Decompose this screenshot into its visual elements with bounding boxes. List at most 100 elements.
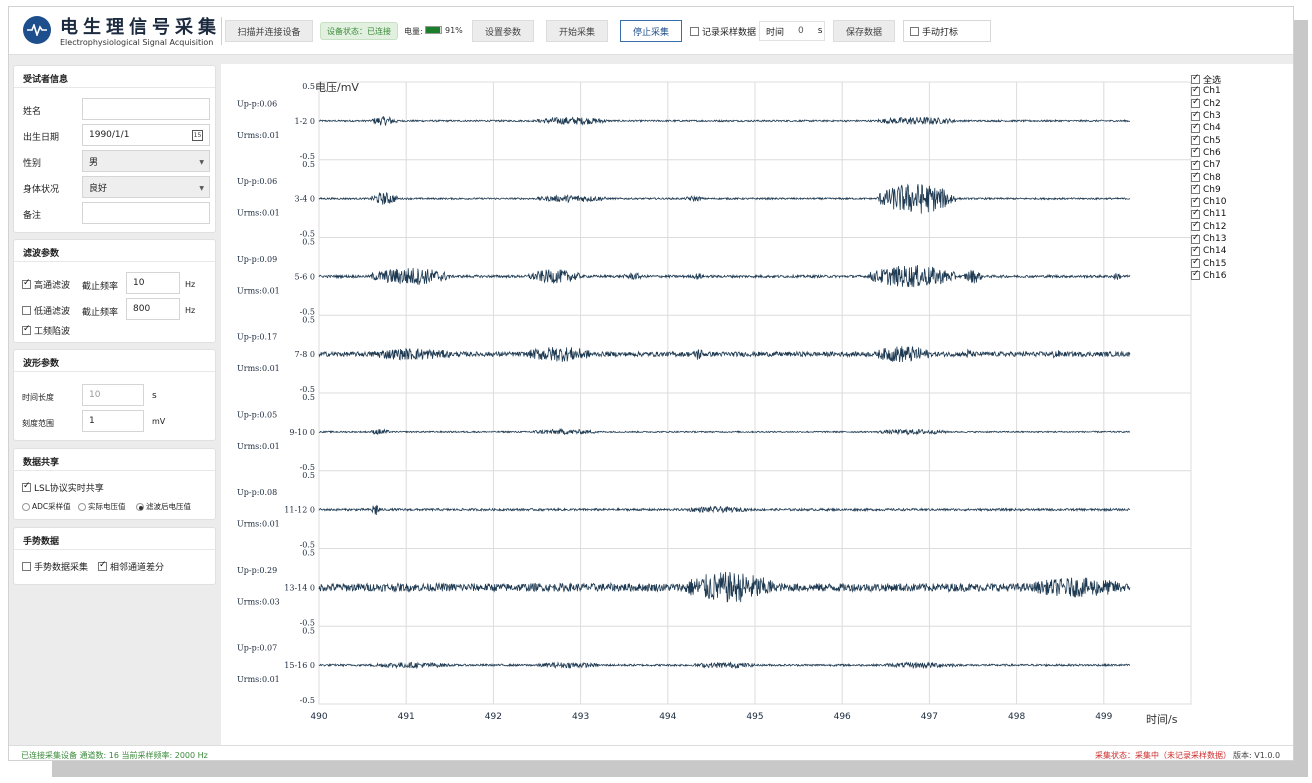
calendar-icon[interactable]: 15	[192, 130, 203, 141]
legend-item-ch12[interactable]: Ch12	[1191, 220, 1226, 233]
lsl-box[interactable]	[22, 481, 31, 492]
legend-label: Ch3	[1203, 111, 1221, 122]
start-button[interactable]: 开始采集	[546, 20, 608, 42]
legend-checkbox[interactable]	[1191, 171, 1200, 183]
time-unit: s	[817, 26, 823, 36]
record-checkbox[interactable]: 记录采样数据	[690, 25, 756, 38]
waveform-chart[interactable]: 490 491 492 493 494 495 496 497 498 499 电压/mV 时间/s 0…	[221, 64, 1294, 745]
legend-label: Ch14	[1203, 246, 1227, 257]
time-length-input[interactable]: 10	[82, 384, 144, 406]
legend-checkbox[interactable]	[1191, 146, 1200, 158]
legend-checkbox[interactable]	[1191, 97, 1200, 109]
radio-adc-circle[interactable]	[22, 502, 30, 511]
lowpass-checkbox[interactable]: 低通滤波	[22, 304, 70, 317]
legend-item-ch7[interactable]: Ch7	[1191, 159, 1226, 171]
note-input[interactable]	[82, 202, 210, 224]
x-tick-label: 497	[921, 712, 938, 722]
settings-button[interactable]: 设置参数	[472, 20, 534, 42]
legend-checkbox[interactable]	[1191, 233, 1200, 244]
header-divider	[221, 17, 222, 45]
diff-label: 相邻通道差分	[110, 563, 165, 573]
health-label: 身体状况	[23, 185, 60, 195]
legend-item-ch5[interactable]: Ch5	[1191, 134, 1226, 146]
lowpass-box[interactable]	[22, 306, 31, 315]
app-window: 电生理信号采集 Electrophysiological Signal Acqu…	[8, 6, 1294, 761]
channel-label: 7-8 0	[294, 350, 315, 359]
legend-item-ch1[interactable]: Ch1	[1191, 85, 1226, 97]
scan-connect-button[interactable]: 扫描并连接设备	[225, 20, 313, 42]
diff-box[interactable]	[98, 560, 107, 571]
manual-mark-checkbox[interactable]: 手动打标	[903, 20, 991, 42]
peak-to-peak-label: Up-p:0.08	[237, 488, 277, 497]
legend-checkbox[interactable]	[1191, 245, 1200, 256]
legend-checkbox[interactable]	[1191, 122, 1200, 133]
legend-item-ch15[interactable]: Ch15	[1191, 257, 1226, 269]
legend-checkbox[interactable]	[1191, 196, 1200, 207]
manual-mark-box[interactable]	[910, 26, 919, 36]
legend-checkbox[interactable]	[1191, 134, 1200, 146]
y-axis-title: 电压/mV	[315, 81, 359, 94]
radio-voltage-circle[interactable]	[78, 502, 86, 511]
legend-checkbox[interactable]	[1191, 110, 1200, 121]
radio-voltage[interactable]: 实际电压值	[78, 501, 126, 512]
notch-box[interactable]	[22, 324, 31, 335]
legend-item-ch8[interactable]: Ch8	[1191, 171, 1226, 183]
channel-label: 11-12 0	[284, 506, 315, 515]
waveform-plot[interactable]: 490 491 492 493 494 495 496 497 498 499 电压/mV 时间/s 0…	[221, 64, 1294, 745]
legend-checkbox[interactable]	[1191, 159, 1200, 170]
legend-item-ch10[interactable]: Ch10	[1191, 196, 1226, 208]
x-tick-label: 496	[834, 712, 851, 722]
gesture-panel: 手势数据 手势数据采集 相邻通道差分	[13, 527, 216, 585]
rms-label: Urms:0.01	[237, 209, 280, 218]
legend-select-all[interactable]: 全选	[1191, 73, 1226, 86]
pulse-logo-icon	[23, 16, 51, 44]
legend-item-ch4[interactable]: Ch4	[1191, 122, 1226, 134]
channel-label: 9-10 0	[289, 428, 315, 437]
legend-item-ch9[interactable]: Ch9	[1191, 183, 1226, 196]
legend-item-ch2[interactable]: Ch2	[1191, 97, 1226, 110]
notch-checkbox[interactable]: 工频陷波	[22, 324, 70, 337]
record-checkbox-box[interactable]	[690, 27, 699, 36]
lsl-checkbox[interactable]: LSL协议实时共享	[22, 481, 104, 494]
birth-date-input[interactable]: 1990/1/1 15	[82, 124, 210, 146]
peak-to-peak-label: Up-p:0.07	[237, 644, 277, 653]
time-field[interactable]: 时间 0 s	[759, 21, 825, 41]
radio-adc[interactable]: ADC采样值	[22, 501, 71, 512]
gesture-collect-box[interactable]	[22, 562, 31, 571]
app-subtitle: Electrophysiological Signal Acquisition	[60, 38, 214, 47]
highpass-box[interactable]	[22, 278, 31, 289]
radio-filtered[interactable]: 滤波后电压值	[136, 501, 191, 512]
legend-item-ch13[interactable]: Ch13	[1191, 233, 1226, 245]
legend-checkbox[interactable]	[1191, 183, 1200, 195]
device-status-badge: 设备状态：已连接	[320, 22, 398, 40]
legend-item-ch16[interactable]: Ch16	[1191, 269, 1226, 282]
health-select[interactable]: 良好 ▼	[82, 176, 210, 198]
legend-checkbox[interactable]	[1191, 269, 1200, 281]
filter-title: 滤波参数	[14, 240, 215, 262]
legend-item-ch3[interactable]: Ch3	[1191, 110, 1226, 122]
legend-label: Ch1	[1203, 86, 1221, 97]
legend-label: Ch2	[1203, 98, 1221, 109]
name-input[interactable]	[82, 98, 210, 120]
legend-checkbox[interactable]	[1191, 208, 1200, 219]
save-button[interactable]: 保存数据	[833, 20, 895, 42]
gender-select[interactable]: 男 ▼	[82, 150, 210, 172]
legend-item-ch14[interactable]: Ch14	[1191, 245, 1226, 257]
highpass-checkbox[interactable]: 高通滤波	[22, 278, 70, 291]
diff-checkbox[interactable]: 相邻通道差分	[98, 560, 164, 573]
stop-button[interactable]: 停止采集	[620, 20, 682, 42]
legend-item-ch11[interactable]: Ch11	[1191, 208, 1226, 220]
legend-checkbox[interactable]	[1191, 257, 1200, 269]
channel-label: 1-2 0	[294, 117, 315, 126]
lowpass-cutoff-input[interactable]: 800	[126, 298, 180, 320]
scale-range-input[interactable]: 1	[82, 410, 144, 432]
rms-label: Urms:0.01	[237, 364, 280, 373]
legend-item-ch6[interactable]: Ch6	[1191, 146, 1226, 159]
legend-checkbox[interactable]	[1191, 85, 1200, 96]
x-axis-title: 时间/s	[1146, 713, 1178, 726]
gesture-collect-checkbox[interactable]: 手势数据采集	[22, 560, 88, 573]
highpass-cutoff-input[interactable]: 10	[126, 272, 180, 294]
legend-checkbox[interactable]	[1191, 220, 1200, 232]
select-all-box[interactable]	[1191, 73, 1200, 84]
radio-filtered-circle[interactable]	[136, 502, 144, 511]
